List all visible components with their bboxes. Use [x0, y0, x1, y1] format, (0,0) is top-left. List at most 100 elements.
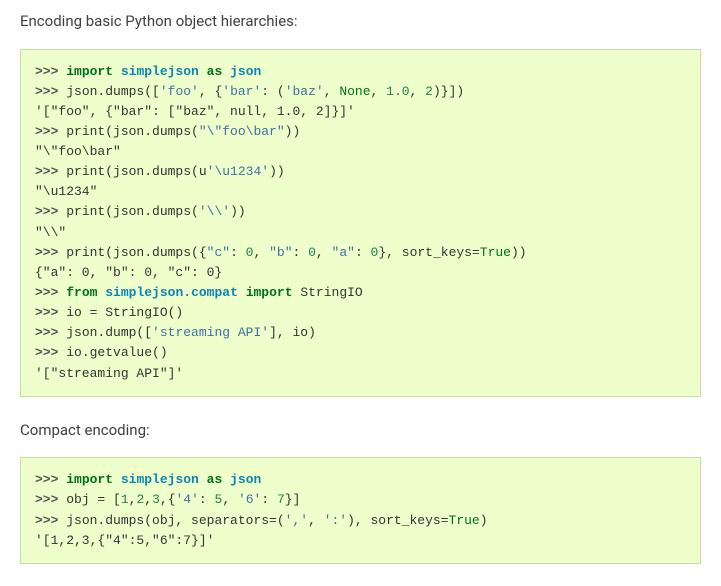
code: ], io) — [269, 325, 316, 340]
number: 1 — [121, 492, 129, 507]
code: , — [324, 84, 340, 99]
string: 'bar' — [222, 84, 261, 99]
space — [199, 472, 207, 487]
string: '4' — [176, 492, 199, 507]
keyword: import — [66, 64, 113, 79]
alias: json — [230, 64, 261, 79]
number: 1.0 — [386, 84, 409, 99]
space — [113, 472, 121, 487]
string: 'foo' — [160, 84, 199, 99]
string: '\u1234' — [207, 164, 269, 179]
code: , — [253, 245, 269, 260]
prompt: >>> — [35, 204, 66, 219]
code: json.dumps(obj, separators=( — [66, 513, 284, 528]
code: ), sort_keys= — [347, 513, 448, 528]
code: )) — [285, 124, 301, 139]
output: '["streaming API"]' — [35, 366, 183, 381]
space — [222, 472, 230, 487]
code: print(json.dumps( — [66, 124, 199, 139]
code: ,{ — [160, 492, 176, 507]
code-block-1: >>> import simplejson as json >>> json.d… — [20, 49, 701, 397]
code: , { — [199, 84, 222, 99]
prompt: >>> — [35, 325, 66, 340]
module: simplejson — [121, 64, 199, 79]
string: "a" — [332, 245, 355, 260]
prompt: >>> — [35, 472, 66, 487]
output: "\u1234" — [35, 184, 97, 199]
keyword: as — [207, 64, 223, 79]
string: 'baz' — [285, 84, 324, 99]
code: obj = [ — [66, 492, 121, 507]
section-heading-2: Compact encoding: — [20, 419, 701, 442]
string: "\"foo\bar" — [199, 124, 285, 139]
string: "b" — [269, 245, 292, 260]
string: '\\' — [199, 204, 230, 219]
prompt: >>> — [35, 305, 66, 320]
code: : — [261, 492, 277, 507]
output: "\\" — [35, 225, 66, 240]
code: : — [230, 245, 246, 260]
code: , — [410, 84, 426, 99]
code: : ( — [261, 84, 284, 99]
output: '["foo", {"bar": ["baz", null, 1.0, 2]}]… — [35, 104, 355, 119]
number: 0 — [308, 245, 316, 260]
string: "c" — [207, 245, 230, 260]
code: : — [199, 492, 215, 507]
code-block-2: >>> import simplejson as json >>> obj = … — [20, 457, 701, 564]
code: , — [308, 513, 324, 528]
code: )) — [511, 245, 527, 260]
constant: True — [449, 513, 480, 528]
keyword: import — [246, 285, 293, 300]
code: print(json.dumps( — [66, 204, 199, 219]
constant: True — [480, 245, 511, 260]
string: ',' — [285, 513, 308, 528]
prompt: >>> — [35, 492, 66, 507]
output: {"a": 0, "b": 0, "c": 0} — [35, 265, 222, 280]
keyword: as — [207, 472, 223, 487]
space — [199, 64, 207, 79]
prompt: >>> — [35, 84, 66, 99]
section-heading-1: Encoding basic Python object hierarchies… — [20, 10, 701, 33]
code: io.getvalue() — [66, 345, 167, 360]
code: json.dumps([ — [66, 84, 160, 99]
prompt: >>> — [35, 345, 66, 360]
space — [222, 64, 230, 79]
code: , — [371, 84, 387, 99]
code: , — [316, 245, 332, 260]
output: '[1,2,3,{"4":5,"6":7}]' — [35, 533, 214, 548]
code: , — [222, 492, 238, 507]
prompt: >>> — [35, 164, 66, 179]
keyword: import — [66, 472, 113, 487]
string: ':' — [324, 513, 347, 528]
space — [113, 64, 121, 79]
code: , — [144, 492, 152, 507]
code: io = StringIO() — [66, 305, 183, 320]
constant: None — [339, 84, 370, 99]
code: : — [293, 245, 309, 260]
code: )) — [230, 204, 246, 219]
module: simplejson — [121, 472, 199, 487]
number: 3 — [152, 492, 160, 507]
code: json.dump([ — [66, 325, 152, 340]
prompt: >>> — [35, 285, 66, 300]
name: StringIO — [300, 285, 362, 300]
code: )}]) — [433, 84, 464, 99]
code: print(json.dumps({ — [66, 245, 206, 260]
string: 'streaming API' — [152, 325, 269, 340]
module: simplejson.compat — [105, 285, 238, 300]
string: '6' — [238, 492, 261, 507]
prompt: >>> — [35, 64, 66, 79]
code: : — [355, 245, 371, 260]
code: )) — [269, 164, 285, 179]
number: 7 — [277, 492, 285, 507]
space — [238, 285, 246, 300]
code: print(json.dumps(u — [66, 164, 206, 179]
keyword: from — [66, 285, 97, 300]
prompt: >>> — [35, 513, 66, 528]
code: }, sort_keys= — [378, 245, 479, 260]
code: ) — [480, 513, 488, 528]
output: "\"foo\bar" — [35, 144, 121, 159]
number: 2 — [425, 84, 433, 99]
code: }] — [285, 492, 301, 507]
prompt: >>> — [35, 124, 66, 139]
